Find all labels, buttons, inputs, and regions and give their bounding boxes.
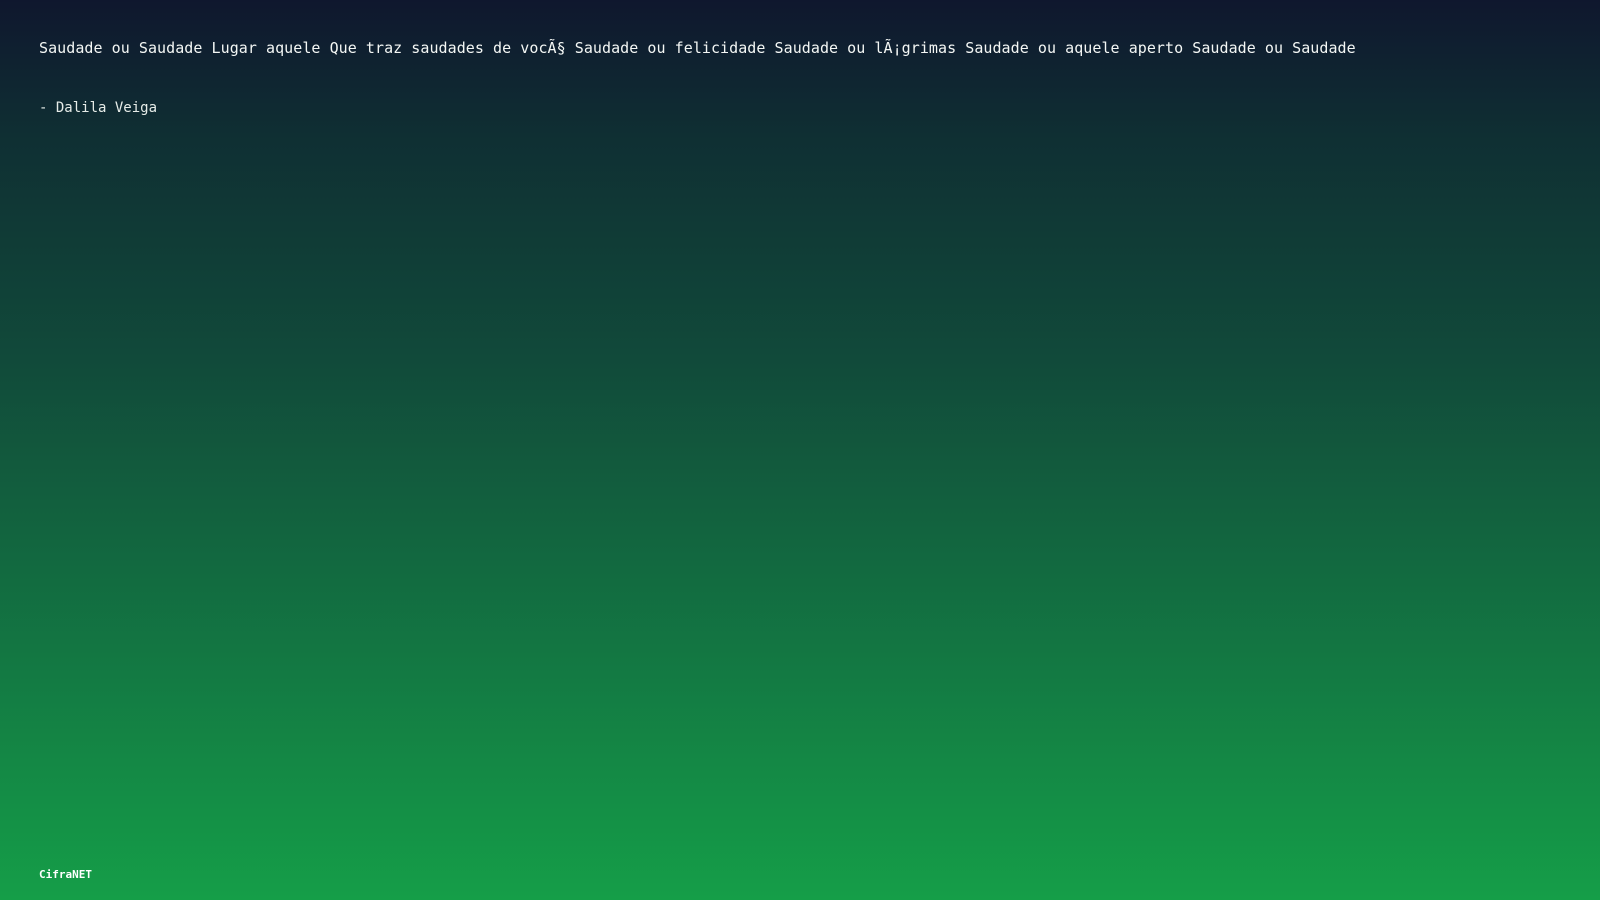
quote-author: - Dalila Veiga <box>39 100 158 116</box>
brand-logo-text: CifraNET <box>39 868 92 881</box>
quote-text: Saudade ou Saudade Lugar aquele Que traz… <box>39 39 1356 57</box>
